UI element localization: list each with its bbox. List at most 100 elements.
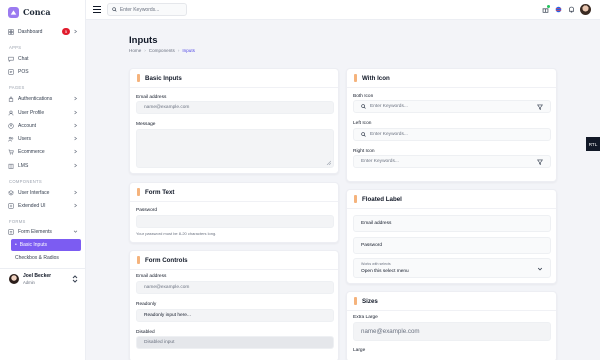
- notification-badge: 5: [62, 28, 70, 35]
- sidebar-item-user-interface[interactable]: User Interface: [8, 187, 80, 199]
- right-icon-field[interactable]: Enter Keywords...: [353, 155, 551, 168]
- breadcrumb: Home › Components › Inputs: [129, 48, 195, 53]
- sidebar-item-chat[interactable]: Chat: [8, 53, 80, 65]
- sidebar-item-label: Extended UI: [18, 203, 46, 209]
- select-value: Open this select menu: [361, 269, 409, 274]
- user-icon: [8, 110, 14, 116]
- menu-icon[interactable]: [93, 6, 101, 13]
- sidebar-item-label: Account: [18, 123, 37, 129]
- chevron-right-icon: [74, 163, 78, 168]
- cart-icon: [8, 149, 14, 155]
- sidebar-item-account[interactable]: Account: [8, 120, 80, 132]
- topbar: [86, 0, 600, 20]
- readonly-field: Readonly input here...: [136, 309, 334, 322]
- both-icon-placeholder: Enter Keywords...: [370, 104, 408, 109]
- right-icon-label: Right Icon: [353, 149, 375, 154]
- filter-icon[interactable]: [537, 104, 543, 110]
- sidebar-item-label: User Profile: [18, 110, 45, 116]
- floating-email-field[interactable]: Email address: [353, 215, 551, 232]
- breadcrumb-home[interactable]: Home: [129, 48, 141, 53]
- both-icon-label: Both Icon: [353, 94, 374, 99]
- card-marker: [354, 74, 357, 82]
- sidebar-item-label: User Interface: [18, 190, 50, 196]
- sidebar-item-pos[interactable]: POS: [8, 66, 80, 78]
- sidebar-subitem-checkbox-radios[interactable]: Checkbox & Radios: [15, 253, 59, 263]
- rtl-toggle[interactable]: RTL: [586, 137, 600, 151]
- card-title: Basic Inputs: [145, 74, 182, 82]
- card-marker: [137, 256, 140, 264]
- card-header: Form Text: [130, 183, 338, 202]
- xl-input[interactable]: name@example.com: [353, 322, 551, 341]
- card-floated-label: Floated Label Email address Password Wor…: [346, 189, 557, 284]
- right-icon-placeholder: Enter Keywords...: [361, 159, 399, 164]
- chevron-right-icon: [74, 96, 78, 101]
- card-form-controls: Form Controls Email address name@example…: [129, 250, 339, 360]
- section-components: COMPONENTS: [9, 179, 43, 184]
- floating-password-field[interactable]: Password: [353, 237, 551, 254]
- user-profile-box[interactable]: Joel Becker Admin: [0, 268, 86, 290]
- xl-label: Extra Large: [353, 315, 378, 320]
- email-field[interactable]: name@example.com: [136, 281, 334, 294]
- select-floating-label: Works with selects: [361, 262, 391, 266]
- card-sizes: Sizes Extra Large name@example.com Large: [346, 291, 557, 360]
- sidebar-item-label: Ecommerce: [18, 149, 45, 155]
- message-textarea[interactable]: [136, 129, 334, 168]
- readonly-label: Readonly: [136, 302, 157, 307]
- filter-icon[interactable]: [537, 159, 543, 165]
- sidebar-item-lms[interactable]: LMS: [8, 160, 80, 172]
- sidebar-item-label: Dashboard: [18, 29, 43, 35]
- sidebar-item-authentications[interactable]: Authentications: [8, 93, 80, 105]
- card-title: Sizes: [362, 297, 378, 305]
- lock-icon: [8, 96, 14, 102]
- sidebar-item-users[interactable]: Users: [8, 133, 80, 145]
- card-header: Basic Inputs: [130, 69, 338, 88]
- chevron-right-icon: [74, 136, 78, 141]
- sidebar-item-label: Chat: [18, 56, 29, 62]
- resize-grip-icon[interactable]: [326, 160, 331, 165]
- email-field[interactable]: name@example.com: [136, 101, 334, 114]
- flag-icon[interactable]: [555, 6, 562, 13]
- account-icon: [8, 123, 14, 129]
- topbar-avatar[interactable]: [580, 4, 591, 15]
- card-marker: [137, 74, 140, 82]
- chevron-right-icon: [74, 149, 78, 154]
- email-label: Email address: [136, 95, 167, 100]
- section-forms: FORMS: [9, 219, 26, 224]
- brand[interactable]: Conca: [8, 3, 85, 21]
- breadcrumb-components[interactable]: Components: [149, 48, 175, 53]
- user-role: Admin: [23, 280, 35, 285]
- sidebar-item-extended-ui[interactable]: Extended UI: [8, 200, 80, 212]
- both-icon-field[interactable]: Enter Keywords...: [353, 100, 551, 113]
- card-header: Sizes: [347, 292, 556, 311]
- chevron-right-icon: [74, 29, 78, 34]
- card-marker: [354, 195, 357, 203]
- brand-name: Conca: [23, 7, 51, 17]
- search-input[interactable]: [119, 6, 186, 13]
- sidebar-item-user-profile[interactable]: User Profile: [8, 107, 80, 119]
- card-marker: [354, 297, 357, 305]
- sidebar-item-ecommerce[interactable]: Ecommerce: [8, 146, 80, 158]
- card-title: With Icon: [362, 74, 390, 82]
- disabled-field: Disabled input: [136, 336, 334, 349]
- card-basic-inputs: Basic Inputs Email address name@example.…: [129, 68, 339, 174]
- sidebar-item-label: LMS: [18, 163, 29, 169]
- sidebar-item-label: POS: [18, 69, 29, 75]
- sidebar-item-dashboard[interactable]: Dashboard 5: [8, 26, 80, 38]
- search-icon: [112, 7, 117, 12]
- brand-logo-icon: [8, 6, 19, 18]
- sidebar-subitem-basic-inputs[interactable]: • Basic Inputs: [11, 239, 81, 251]
- card-title: Form Controls: [145, 256, 188, 264]
- search-box[interactable]: [107, 3, 187, 16]
- left-icon-field[interactable]: Enter Keywords...: [353, 128, 551, 141]
- email-label: Email address: [136, 274, 167, 279]
- chevron-right-icon: [74, 190, 78, 195]
- sidebar-item-form-elements[interactable]: Form Elements: [8, 226, 80, 238]
- chevron-down-icon: [537, 267, 543, 271]
- search-icon: [361, 132, 366, 137]
- bell-icon[interactable]: [568, 6, 575, 13]
- chevron-up-down-icon[interactable]: [72, 275, 78, 283]
- search-icon: [361, 104, 366, 109]
- pos-icon: [8, 69, 14, 75]
- floating-select[interactable]: Works with selects Open this select menu: [353, 258, 551, 278]
- password-field[interactable]: [136, 215, 334, 228]
